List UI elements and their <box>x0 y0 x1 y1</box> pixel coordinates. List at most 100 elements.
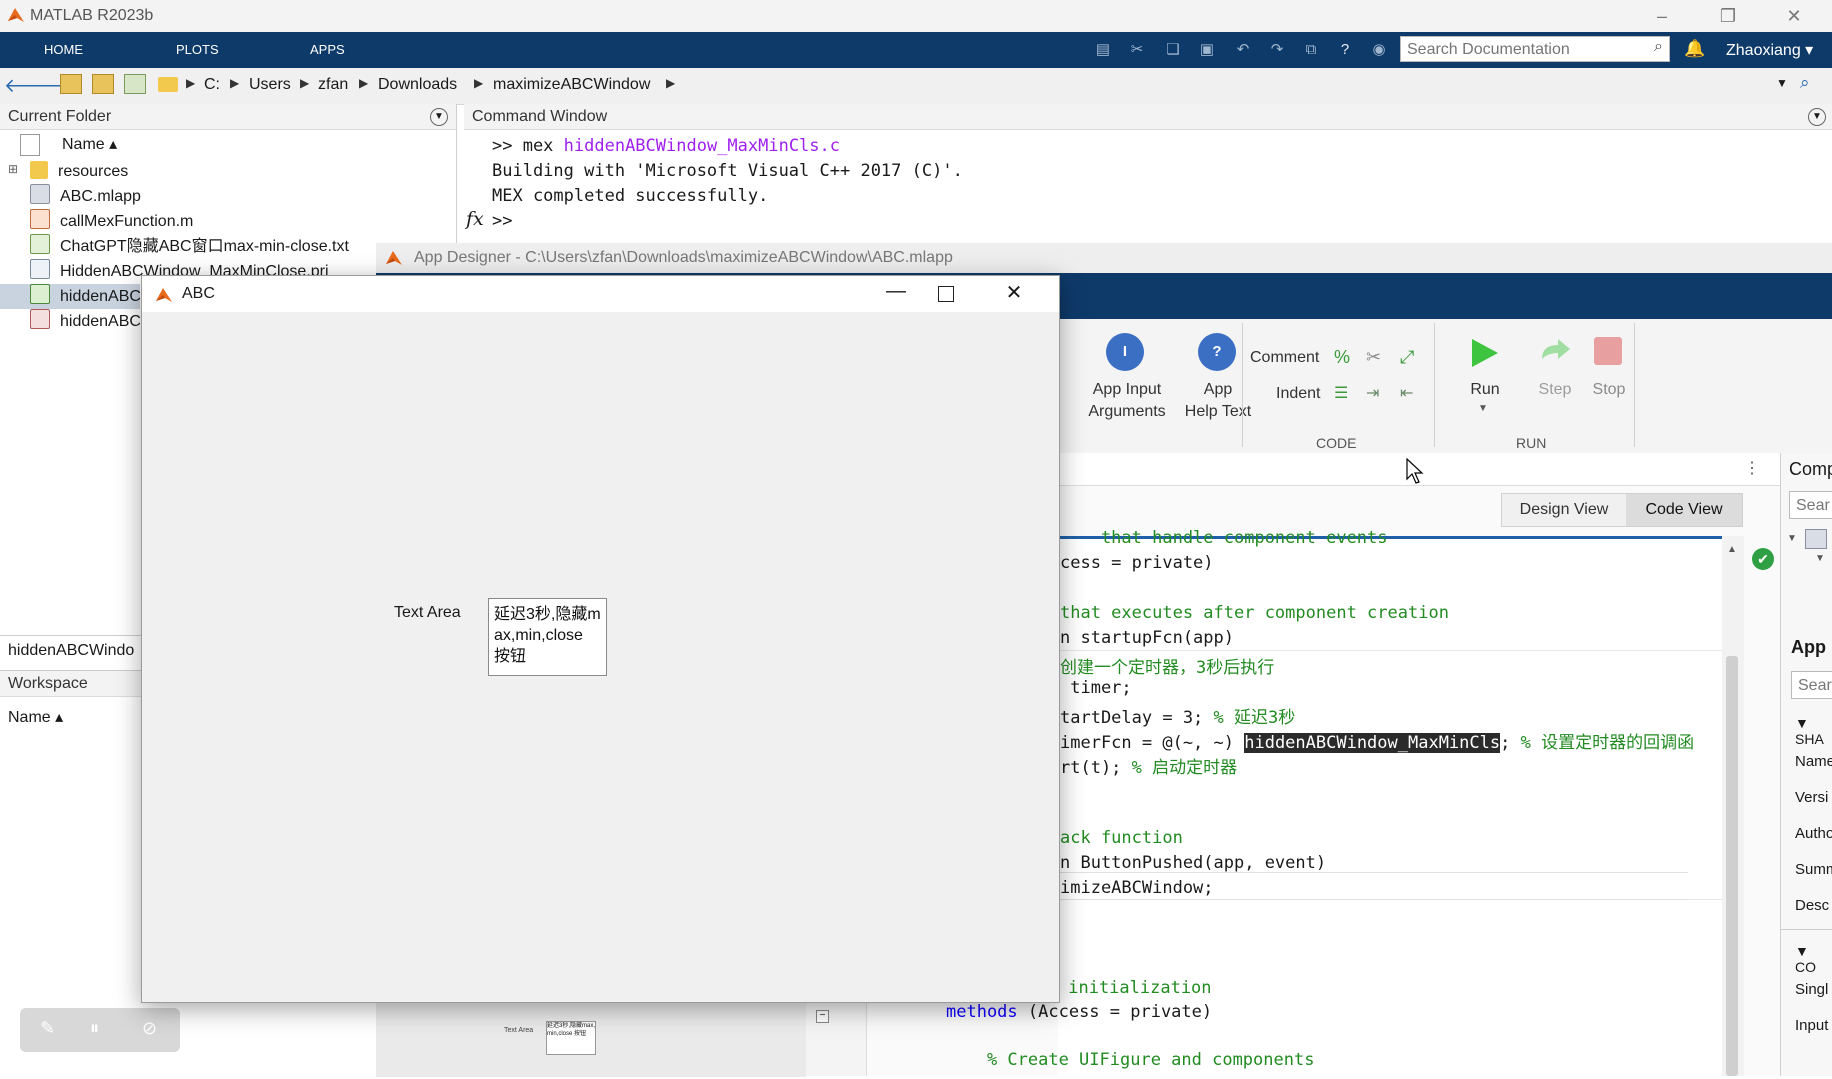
panel-menu-icon[interactable]: ▼ <box>1808 108 1826 126</box>
code-line[interactable]: methods (Access = private) <box>946 1002 1212 1022</box>
command-output: Building with 'Microsoft Visual C++ 2017… <box>492 161 963 181</box>
help-icon[interactable]: ? <box>1334 40 1356 60</box>
wrap-comment-icon[interactable]: ⤢ <box>1400 347 1414 368</box>
crumb-drive[interactable]: C: <box>204 76 220 94</box>
code-view-button[interactable]: Code View <box>1626 494 1742 526</box>
abc-maximize-button[interactable] <box>938 286 954 302</box>
workspace-name-column[interactable]: Name ▴ <box>8 707 63 727</box>
crumb-zfan[interactable]: zfan <box>318 76 348 94</box>
list-item[interactable]: ABC.mlapp <box>30 184 141 209</box>
list-item[interactable]: ChatGPT隐藏ABC窗口max-min-close.txt <box>30 234 349 259</box>
scroll-thumb[interactable] <box>1726 656 1738 1076</box>
code-options-section[interactable]: ▼ CO <box>1795 943 1832 975</box>
switch-windows-icon[interactable]: ⧉ <box>1300 40 1322 60</box>
tab-plots[interactable]: PLOTS <box>176 32 219 68</box>
run-dropdown-icon[interactable]: ▼ <box>1478 403 1488 414</box>
component-search-input[interactable]: Sear <box>1789 491 1832 519</box>
search-icon[interactable]: ⌕ <box>1654 38 1663 56</box>
code-line[interactable]: imizeABCWindow; <box>1060 878 1214 898</box>
list-item-selected[interactable]: hiddenABC <box>30 284 141 309</box>
code-line[interactable]: % Create UIFigure and components <box>946 1050 1315 1070</box>
abc-close-button[interactable]: ✕ <box>994 280 1034 305</box>
c-file-icon <box>30 309 50 329</box>
code-line[interactable]: imerFcn = @(~, ~) hiddenABCWindow_MaxMin… <box>1060 728 1694 753</box>
expand-down-icon[interactable]: ▼ <box>1815 553 1825 564</box>
sharing-section[interactable]: ▼ SHA <box>1795 715 1832 747</box>
list-item[interactable]: callMexFunction.m <box>30 209 193 234</box>
history-dropdown-icon[interactable]: ▼ <box>1776 76 1788 90</box>
paste-icon[interactable]: ▣ <box>1196 40 1218 60</box>
tab-apps[interactable]: APPS <box>310 32 345 68</box>
fold-icon[interactable]: − <box>816 1010 829 1023</box>
command-line: >> mex hiddenABCWindow_MaxMinCls.c <box>492 136 840 156</box>
pause-icon[interactable]: ⏸ <box>90 1018 99 1039</box>
fx-icon[interactable]: fx <box>466 208 484 230</box>
user-menu[interactable]: Zhaoxiang ▾ <box>1726 40 1813 60</box>
redo-icon[interactable]: ↷ <box>1266 40 1288 60</box>
search-input[interactable] <box>1405 38 1639 62</box>
code-line[interactable]: rt(t); % 启动定时器 <box>1060 753 1237 778</box>
description-field-label: Desc <box>1795 897 1830 914</box>
code-line[interactable]: 创建一个定时器，3秒后执行 <box>1060 653 1274 678</box>
undo-icon[interactable]: ↶ <box>1232 40 1254 60</box>
author-field-label: Autho <box>1795 825 1832 842</box>
list-item[interactable]: hiddenABC <box>30 309 141 334</box>
indent-label: Indent <box>1276 385 1321 402</box>
code-line[interactable]: cess = private) <box>1060 553 1214 573</box>
tab-home[interactable]: HOME <box>44 32 83 68</box>
crumb-downloads[interactable]: Downloads <box>378 76 457 94</box>
community-icon[interactable]: ◉ <box>1368 40 1390 60</box>
decrease-indent-icon[interactable]: ⇤ <box>1400 383 1413 403</box>
restore-button[interactable]: ❐ <box>1706 2 1750 30</box>
more-options-icon[interactable]: ⋮ <box>1744 458 1760 478</box>
search-folder-icon[interactable]: ⌕ <box>1800 73 1810 93</box>
save-icon[interactable]: ▤ <box>1092 40 1114 60</box>
text-area[interactable]: 延迟3秒,隐藏max,min,close 按钮 <box>488 598 607 676</box>
code-line[interactable]: n ButtonPushed(app, event) <box>1060 853 1326 873</box>
find-files-icon[interactable] <box>124 74 146 94</box>
mute-icon[interactable]: ⊘ <box>142 1018 157 1039</box>
code-line[interactable]: initialization <box>1058 978 1211 998</box>
expand-icon[interactable]: ⊞ <box>8 162 18 176</box>
uncomment-icon[interactable]: ✂ <box>1366 347 1381 368</box>
abc-minimize-button[interactable]: — <box>876 280 916 303</box>
code-line[interactable]: ack function <box>1060 828 1183 848</box>
close-button[interactable]: ✕ <box>1772 2 1816 30</box>
panel-title: Current Folder <box>0 104 456 130</box>
code-line[interactable]: that executes after component creation <box>1060 603 1449 623</box>
editor-scrollbar[interactable]: ▲ <box>1722 536 1744 1076</box>
code-line[interactable]: tartDelay = 3; % 延迟3秒 <box>1060 703 1295 728</box>
cut-icon[interactable]: ✂ <box>1126 40 1148 60</box>
scroll-up-icon[interactable]: ▲ <box>1727 544 1737 555</box>
name-column-header[interactable]: Name ▴ <box>62 134 117 154</box>
code-line[interactable]: timer; <box>1060 678 1131 698</box>
up-folder-icon[interactable] <box>60 74 82 94</box>
smart-indent-icon[interactable]: ☰ <box>1334 383 1348 403</box>
crumb-users[interactable]: Users <box>249 76 291 94</box>
copy-icon[interactable]: ❏ <box>1162 40 1184 60</box>
panel-menu-icon[interactable]: ▼ <box>430 108 448 126</box>
run-button[interactable]: Run ▼ <box>1470 337 1500 414</box>
minimize-button[interactable]: – <box>1640 2 1684 30</box>
code-analyzer-ok-icon[interactable]: ✔ <box>1752 548 1774 570</box>
edit-icon[interactable]: ✎ <box>40 1018 55 1039</box>
list-item[interactable]: resources <box>30 159 128 184</box>
command-prompt[interactable]: >> <box>492 211 512 231</box>
design-preview-area: Text Area 延迟3秒,隐藏max,min,close 按钮 <box>376 1002 806 1077</box>
crumb-folder[interactable]: maximizeABCWindow <box>493 76 650 94</box>
comment-icon[interactable]: % <box>1334 347 1350 368</box>
app-search-input[interactable]: Sear <box>1791 671 1832 699</box>
code-line[interactable]: n startupFcn(app) <box>1060 628 1234 648</box>
stop-button[interactable]: Stop <box>1593 337 1625 398</box>
search-documentation[interactable]: ⌕ <box>1400 36 1670 62</box>
abc-window-title: ABC <box>182 285 215 302</box>
browse-folder-icon[interactable] <box>92 74 114 94</box>
design-view-button[interactable]: Design View <box>1502 494 1626 526</box>
code-line[interactable]: that handle component events <box>1060 528 1388 548</box>
notification-bell-icon[interactable]: 🔔 <box>1684 39 1705 59</box>
collapse-icon[interactable]: ▼ <box>1787 533 1797 544</box>
increase-indent-icon[interactable]: ⇥ <box>1366 383 1379 403</box>
app-node-icon[interactable] <box>1805 529 1827 549</box>
step-button[interactable]: Step <box>1538 337 1572 398</box>
ribbon-tab-bar: HOME PLOTS APPS ▤ ✂ ❏ ▣ ↶ ↷ ⧉ ? ◉ ⌕ 🔔 Zh… <box>0 32 1832 68</box>
